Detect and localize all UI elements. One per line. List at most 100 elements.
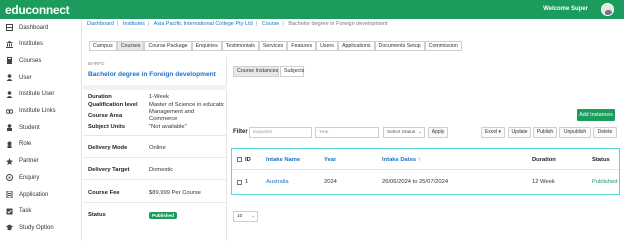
sidebar-item-institute-user[interactable]: Institute User bbox=[0, 88, 82, 101]
link-icon bbox=[5, 107, 13, 115]
chevron-down-icon: ⌄ bbox=[250, 214, 255, 219]
status-select[interactable]: Select Status ⌄ bbox=[383, 127, 425, 138]
breadcrumb-current: Bachelor degree in Foreign development bbox=[288, 21, 388, 27]
status-select-label: Select Status bbox=[387, 130, 416, 135]
sidebar-item-label: Courses bbox=[19, 57, 42, 64]
breadcrumb: Dashboard | Institutes | Asia Pacific Inte… bbox=[87, 21, 388, 27]
caret-down-icon: ▾ bbox=[498, 129, 502, 135]
column-header-status[interactable]: Status bbox=[592, 157, 610, 163]
sidebar-item-study-option[interactable]: Study Option bbox=[0, 221, 82, 234]
course-code: BHRFD bbox=[88, 62, 105, 67]
delete-button[interactable]: Delete bbox=[593, 127, 617, 138]
publish-button[interactable]: Publish bbox=[533, 127, 557, 138]
course-detail-panel: BHRFD Bachelor degree in Foreign develop… bbox=[83, 57, 227, 241]
breadcrumb-dashboard[interactable]: Dashboard bbox=[87, 21, 114, 27]
tab-applications[interactable]: Applications bbox=[337, 41, 375, 51]
divider bbox=[83, 179, 227, 180]
course-title: Bachelor degree in Foreign development bbox=[88, 71, 216, 78]
year-input[interactable]: Year bbox=[315, 127, 379, 138]
unpublish-button[interactable]: Unpublish bbox=[559, 127, 591, 138]
breadcrumb-institute[interactable]: Asia Pacific International College Pty L… bbox=[154, 21, 253, 27]
sidebar-item-label: Enquiry bbox=[19, 174, 40, 181]
qualification-label: Qualification level bbox=[88, 102, 138, 108]
student-icon bbox=[5, 124, 13, 132]
apply-button[interactable]: Apply bbox=[428, 127, 448, 138]
sidebar-item-task[interactable]: Task bbox=[0, 205, 82, 218]
sidebar-item-user[interactable]: User bbox=[0, 71, 82, 84]
status-badge: Published bbox=[149, 212, 177, 219]
page-size-select[interactable]: 10 ⌄ bbox=[233, 211, 258, 222]
sidebar-item-partner[interactable]: Partner bbox=[0, 155, 82, 168]
sidebar-item-enquiry[interactable]: Enquiry bbox=[0, 171, 82, 184]
sidebar-item-label: Study Option bbox=[19, 224, 54, 231]
excel-button[interactable]: Excel ▾ bbox=[481, 127, 505, 138]
add-instances-button[interactable]: Add Instances bbox=[577, 109, 615, 121]
tab-enquiries[interactable]: Enquiries bbox=[191, 41, 222, 51]
tab-users[interactable]: Users bbox=[316, 41, 338, 51]
sidebar: Dashboard Institutes Courses User Institute … bbox=[0, 19, 82, 241]
cell-intake-name[interactable]: Australia bbox=[266, 179, 289, 185]
divider bbox=[83, 202, 227, 203]
tab-documents-setup[interactable]: Documents Setup bbox=[374, 41, 425, 51]
duration-label: Duration bbox=[88, 94, 112, 100]
sidebar-item-courses[interactable]: Courses bbox=[0, 54, 82, 67]
divider bbox=[232, 169, 619, 170]
book-icon bbox=[5, 57, 13, 65]
sidebar-item-label: Application bbox=[19, 191, 49, 198]
course-instances-panel: Course Instances Subjects Add Instances … bbox=[228, 57, 624, 241]
sidebar-item-label: User bbox=[19, 74, 32, 81]
delivery-target-value: Domestic bbox=[149, 167, 174, 173]
tab-features[interactable]: Features bbox=[287, 41, 317, 51]
breadcrumb-course[interactable]: Course bbox=[262, 21, 280, 27]
application-icon bbox=[5, 191, 13, 199]
sidebar-item-institute-links[interactable]: Institute Links bbox=[0, 105, 82, 118]
tab-services[interactable]: Services bbox=[258, 41, 288, 51]
tab-subjects[interactable]: Subjects bbox=[280, 66, 304, 77]
enquiry-icon bbox=[5, 174, 13, 182]
avatar[interactable] bbox=[601, 3, 614, 16]
page-size-value: 10 bbox=[237, 214, 243, 219]
column-header-year[interactable]: Year bbox=[324, 157, 336, 163]
breadcrumb-institutes[interactable]: Institutes bbox=[123, 21, 145, 27]
tab-courses[interactable]: Courses bbox=[116, 41, 145, 51]
sidebar-item-label: Institute Links bbox=[19, 108, 56, 114]
instances-table: ID Intake Name Year Intake Dates ↑ Durat… bbox=[231, 148, 620, 195]
select-all-checkbox[interactable] bbox=[237, 157, 242, 162]
course-area-label: Course Area bbox=[88, 113, 123, 119]
column-header-intake-name[interactable]: Intake Name bbox=[266, 157, 300, 163]
sidebar-item-role[interactable]: Role bbox=[0, 138, 82, 151]
keyword-input[interactable]: Keyword bbox=[249, 127, 312, 138]
task-icon bbox=[5, 207, 13, 215]
column-header-duration[interactable]: Duration bbox=[532, 157, 556, 163]
cell-status: Published bbox=[592, 179, 618, 185]
tab-campus[interactable]: Campus bbox=[89, 41, 117, 51]
app-logo[interactable]: educonnect bbox=[5, 3, 70, 17]
sidebar-item-label: Task bbox=[19, 208, 32, 215]
update-button[interactable]: Update bbox=[508, 127, 531, 138]
sidebar-item-dashboard[interactable]: Dashboard bbox=[0, 21, 82, 34]
top-bar: educonnect Welcome Super bbox=[0, 0, 624, 19]
course-fee-value: $89,999 Per Course bbox=[149, 190, 201, 196]
study-option-icon bbox=[5, 224, 13, 232]
duration-value: 1-Week bbox=[149, 94, 169, 100]
sidebar-item-application[interactable]: Application bbox=[0, 188, 82, 201]
column-header-id[interactable]: ID bbox=[245, 157, 251, 163]
excel-label: Excel bbox=[484, 129, 498, 135]
tab-testimonials[interactable]: Testimonials bbox=[221, 41, 259, 51]
chevron-down-icon: ⌄ bbox=[417, 130, 422, 135]
sidebar-item-label: Institute User bbox=[19, 91, 55, 98]
tab-course-package[interactable]: Course Package bbox=[144, 41, 192, 51]
delivery-target-label: Delivery Target bbox=[88, 167, 130, 173]
welcome-text: Welcome Super bbox=[543, 6, 588, 12]
divider bbox=[83, 85, 227, 90]
column-header-intake-dates[interactable]: Intake Dates ↑ bbox=[382, 157, 421, 163]
row-checkbox[interactable] bbox=[237, 180, 242, 185]
tab-course-instances[interactable]: Course Instances bbox=[233, 66, 279, 77]
subject-units-value: "Not available" bbox=[149, 124, 187, 130]
cell-id: 1 bbox=[245, 179, 249, 185]
sidebar-item-student[interactable]: Student bbox=[0, 121, 82, 134]
tab-commission[interactable]: Commission bbox=[424, 41, 462, 51]
sidebar-item-label: Institutes bbox=[19, 41, 44, 48]
sidebar-item-institutes[interactable]: Institutes bbox=[0, 38, 82, 51]
qualification-value: Master of Science in education bbox=[149, 102, 224, 108]
